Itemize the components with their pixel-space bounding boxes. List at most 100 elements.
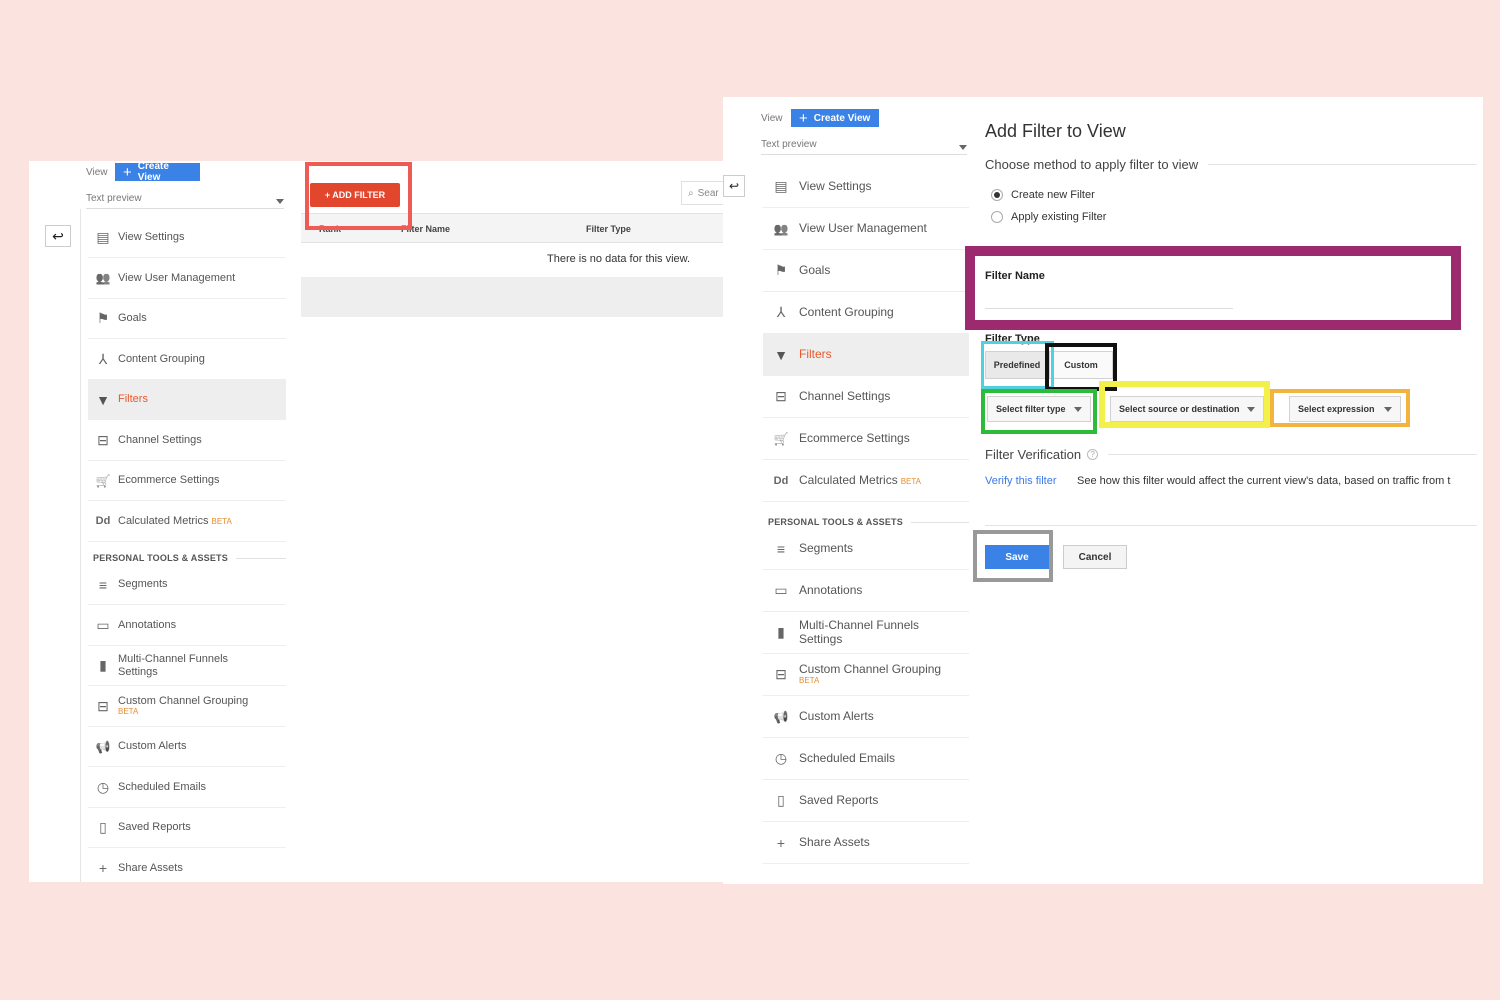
sidebar-item-segments[interactable]: ≡ Segments [763,528,969,570]
flag-icon: ⚑ [774,262,788,278]
back-button[interactable]: ↩ [723,175,745,197]
sidebar-item-saved-reports[interactable]: ▯ Saved Reports [763,780,969,822]
sidebar-item-label: Multi-Channel Funnels [118,653,229,666]
sidebar-item-annotations[interactable]: ▭ Annotations [763,570,969,612]
sidebar-item-scheduled-emails[interactable]: ◷ Scheduled Emails [763,738,969,780]
sidebar-item-label: Saved Reports [118,821,191,834]
sidebar-item-filters[interactable]: ▼ Filters [763,334,969,376]
select-source-dropdown[interactable]: Select source or destination [1110,396,1264,422]
document-icon: ▤ [96,229,110,245]
sidebar-item-custom-alerts[interactable]: 📢 Custom Alerts [88,727,286,767]
help-icon[interactable]: ? [1087,449,1099,460]
sidebar-item-annotations[interactable]: ▭ Annotations [88,606,286,646]
save-button[interactable]: Save [985,545,1049,569]
sidebar-item-calculated-metrics[interactable]: Dd Calculated Metrics BETA [88,502,286,542]
verify-filter-link[interactable]: Verify this filter [985,475,1057,487]
sidebar-item-ecommerce-settings[interactable]: 🛒 Ecommerce Settings [763,418,969,460]
document-icon: ▤ [774,178,788,194]
sidebar-item-label: Segments [799,540,854,555]
segments-icon: ≡ [776,540,786,557]
bar-chart-icon: ▮ [777,624,785,640]
column-rank[interactable]: Rank [319,224,341,234]
sidebar-item-label: Filters [799,346,832,361]
cart-icon: 🛒 [95,473,111,488]
radio-selected-icon [991,189,1003,201]
sidebar-item-label: Annotations [118,618,177,631]
sidebar-item-channel-settings[interactable]: ⊟ Channel Settings [88,421,286,461]
column-filter-type[interactable]: Filter Type [586,224,631,234]
sidebar-item-label: Ecommerce Settings [118,474,220,487]
sidebar-item-label: Segments [118,578,168,591]
sidebar-item-text: Channel Settings [118,434,202,446]
sidebar-item-custom-channel-grouping[interactable]: ⊟ Custom Channel Grouping BETA [763,654,969,696]
flag-icon: ⚑ [96,310,110,326]
radio-apply-existing[interactable]: Apply existing Filter [991,211,1106,223]
right-screenshot: View + Create View Text preview ↩ ▤ View … [723,97,1483,884]
dd-icon: Dd [95,515,111,527]
cancel-button[interactable]: Cancel [1063,545,1127,569]
sidebar-item-calculated-metrics[interactable]: Dd Calculated Metrics BETA [763,460,969,502]
sidebar-item-text: Channel Settings [799,389,890,403]
sidebar-item-saved-reports[interactable]: ▯ Saved Reports [88,808,286,848]
sidebar-item-goals[interactable]: ⚑ Goals [88,299,286,339]
chevron-down-icon [959,145,967,150]
sidebar-item-label: Annotations [799,582,863,597]
sidebar-item-content-grouping[interactable]: ⅄ Content Grouping [763,292,969,334]
column-filter-name[interactable]: Filter Name [401,224,450,234]
sidebar-item-label: Filters [118,393,148,406]
sidebar-item-text: View Settings [118,231,184,243]
sidebar-item-scheduled-emails[interactable]: ◷ Scheduled Emails [88,768,286,808]
sidebar-item-multi-channel-funnels[interactable]: ▮ Multi-Channel Funnels Settings [763,612,969,654]
share-icon: + [98,860,108,876]
predefined-toggle[interactable]: Predefined [985,351,1049,379]
back-button[interactable]: ↩ [45,225,71,247]
select-expression-dropdown[interactable]: Select expression [1289,396,1401,422]
sidebar-item-label: Custom Alerts [799,708,874,723]
sidebar-item-label: Content Grouping [118,352,205,365]
sidebar-item-segments[interactable]: ≡ Segments [88,565,286,605]
table-header: Rank Filter Name Filter Type [301,213,723,243]
sidebar-item-text: Ecommerce Settings [118,474,219,486]
filter-name-input[interactable] [985,289,1233,309]
create-view-button[interactable]: + Create View [791,109,879,127]
select-filter-type-dropdown[interactable]: Select filter type [987,396,1091,422]
sidebar-item-text: Ecommerce Settings [799,431,910,445]
custom-toggle[interactable]: Custom [1049,351,1113,379]
search-input[interactable]: ⌕ Sear [681,181,723,205]
sidebar-item-text: View User Management [799,221,927,235]
report-icon: ▯ [99,819,107,835]
sidebar-item-view-user-management[interactable]: 👥 View User Management [88,259,286,299]
clock-icon: ◷ [96,778,110,795]
sidebar-item-text: Content Grouping [799,305,894,319]
sidebar-item-view-user-management[interactable]: 👥 View User Management [763,208,969,250]
sidebar-item-custom-alerts[interactable]: 📢 Custom Alerts [763,696,969,738]
sidebar-item-share-assets[interactable]: + Share Assets [763,822,969,864]
sidebar-item-ecommerce-settings[interactable]: 🛒 Ecommerce Settings [88,461,286,501]
view-selector[interactable]: Text preview [761,135,967,155]
add-filter-button[interactable]: + ADD FILTER [310,183,400,207]
sidebar-item-view-settings[interactable]: ▤ View Settings [763,166,969,208]
sidebar-item-multi-channel-funnels[interactable]: ▮ Multi-Channel Funnels Settings [88,646,286,686]
sidebar-item-text: Custom Alerts [799,708,874,723]
sidebar-item-channel-settings[interactable]: ⊟ Channel Settings [763,376,969,418]
beta-badge: BETA [118,707,139,717]
sidebar-item-share-assets[interactable]: + Share Assets [88,849,286,883]
sidebar-item-content-grouping[interactable]: ⅄ Content Grouping [88,340,286,380]
sidebar-item-filters[interactable]: ▼ Filters [88,380,286,420]
sidebar-item-label: Custom Channel Grouping [799,662,942,676]
bar-chart-icon: ▮ [99,657,107,673]
channel-icon: ⊟ [97,697,109,714]
sidebar-item-view-settings[interactable]: ▤ View Settings [88,218,286,258]
sidebar-item-label: View Settings [799,178,872,193]
sidebar-item-goals[interactable]: ⚑ Goals [763,250,969,292]
channel-icon: ⊟ [775,666,787,682]
create-view-button[interactable]: + Create View [115,161,200,183]
radio-create-new-label: Create new Filter [1011,189,1095,201]
view-selector[interactable]: Text preview [86,189,284,209]
annotation-icon: ▭ [774,582,788,598]
radio-create-new[interactable]: Create new Filter [991,189,1095,201]
sidebar-item-custom-channel-grouping[interactable]: ⊟ Custom Channel Grouping BETA [88,687,286,727]
view-selector-value: Text preview [761,139,817,150]
search-placeholder: Sear [697,187,719,199]
chevron-down-icon [1384,406,1392,412]
